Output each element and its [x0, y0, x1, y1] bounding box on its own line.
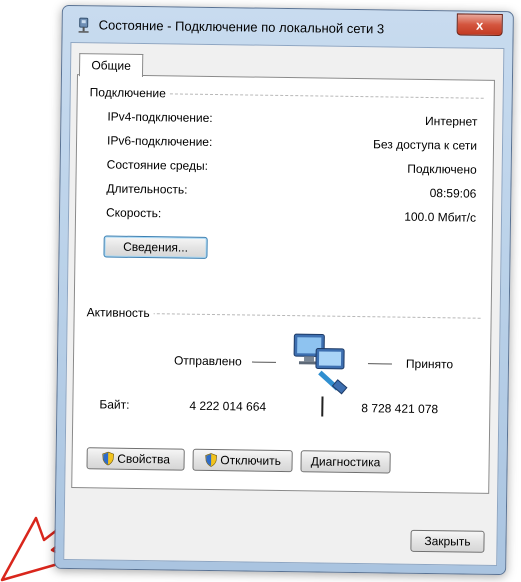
- title-bar[interactable]: Состояние - Подключение по локальной сет…: [62, 6, 512, 48]
- ipv6-label: IPv6-подключение:: [106, 133, 213, 149]
- properties-button[interactable]: Свойства: [86, 447, 185, 471]
- sent-line: [251, 361, 276, 363]
- info-row: Длительность: 08:59:06: [106, 182, 476, 203]
- uac-shield-icon: [102, 451, 114, 466]
- duration-label: Длительность:: [106, 181, 188, 197]
- media-state-label: Состояние среды:: [106, 157, 209, 173]
- general-tab-panel: Подключение IPv4-подключение: Интернет I…: [71, 74, 495, 494]
- media-state-value: Подключено: [407, 161, 477, 177]
- info-row: Скорость: 100.0 Мбит/с: [106, 206, 476, 227]
- window-title: Состояние - Подключение по локальной сет…: [98, 17, 385, 37]
- ipv4-label: IPv4-подключение:: [107, 109, 213, 125]
- close-icon: x: [475, 17, 484, 33]
- activity-separator: [321, 396, 324, 417]
- received-label: Принято: [405, 356, 454, 372]
- network-computers-icon: [293, 333, 348, 395]
- diagnose-button[interactable]: Диагностика: [300, 450, 391, 474]
- received-line: [367, 363, 392, 365]
- info-row: IPv4-подключение: Интернет: [107, 110, 477, 131]
- tab-general-label: Общие: [91, 58, 131, 73]
- uac-shield-icon: [205, 453, 217, 467]
- connection-group-title: Подключение: [89, 85, 170, 101]
- bytes-label: Байт:: [99, 397, 130, 412]
- duration-value: 08:59:06: [429, 186, 477, 201]
- tab-general[interactable]: Общие: [78, 53, 144, 78]
- ipv4-value: Интернет: [424, 113, 478, 129]
- activity-group-title: Активность: [86, 305, 154, 321]
- close-button[interactable]: Закрыть: [410, 529, 485, 553]
- dialog-body: Общие Подключение IPv4-подключение: Инте…: [63, 41, 505, 567]
- speed-value: 100.0 Мбит/с: [404, 209, 477, 225]
- network-adapter-icon: [78, 17, 89, 33]
- bytes-sent-value: 4 222 014 664: [189, 398, 267, 414]
- speed-label: Скорость:: [105, 205, 162, 221]
- info-row: Состояние среды: Подключено: [107, 158, 477, 179]
- bytes-received-value: 8 728 421 078: [361, 401, 439, 417]
- ipv6-value: Без доступа к сети: [372, 137, 478, 153]
- properties-button-label: Свойства: [117, 451, 171, 467]
- info-row: IPv6-подключение: Без доступа к сети: [107, 134, 477, 155]
- details-button[interactable]: Сведения...: [103, 235, 208, 259]
- connection-status-window: Состояние - Подключение по локальной сет…: [54, 4, 514, 576]
- close-window-button[interactable]: x: [456, 13, 503, 37]
- sent-label: Отправлено: [173, 353, 242, 369]
- disable-button[interactable]: Отключить: [192, 448, 293, 473]
- disable-button-label: Отключить: [220, 453, 282, 468]
